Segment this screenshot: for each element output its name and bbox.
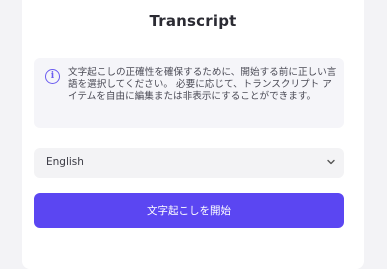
transcript-panel: Transcript i 文字起こしの正確性を確保するために、開始する前に正しい… xyxy=(22,0,364,269)
language-select[interactable]: English xyxy=(34,148,344,178)
language-select-value: English xyxy=(46,156,84,168)
chevron-down-icon xyxy=(327,159,335,165)
notice-text: 文字起こしの正確性を確保するために、開始する前に正しい言語を選択してください。 … xyxy=(68,67,337,102)
panel-title: Transcript xyxy=(149,12,237,30)
info-icon: i xyxy=(45,69,60,84)
start-transcription-button[interactable]: 文字起こしを開始 xyxy=(34,193,344,228)
info-notice: i 文字起こしの正確性を確保するために、開始する前に正しい言語を選択してください… xyxy=(34,58,344,128)
